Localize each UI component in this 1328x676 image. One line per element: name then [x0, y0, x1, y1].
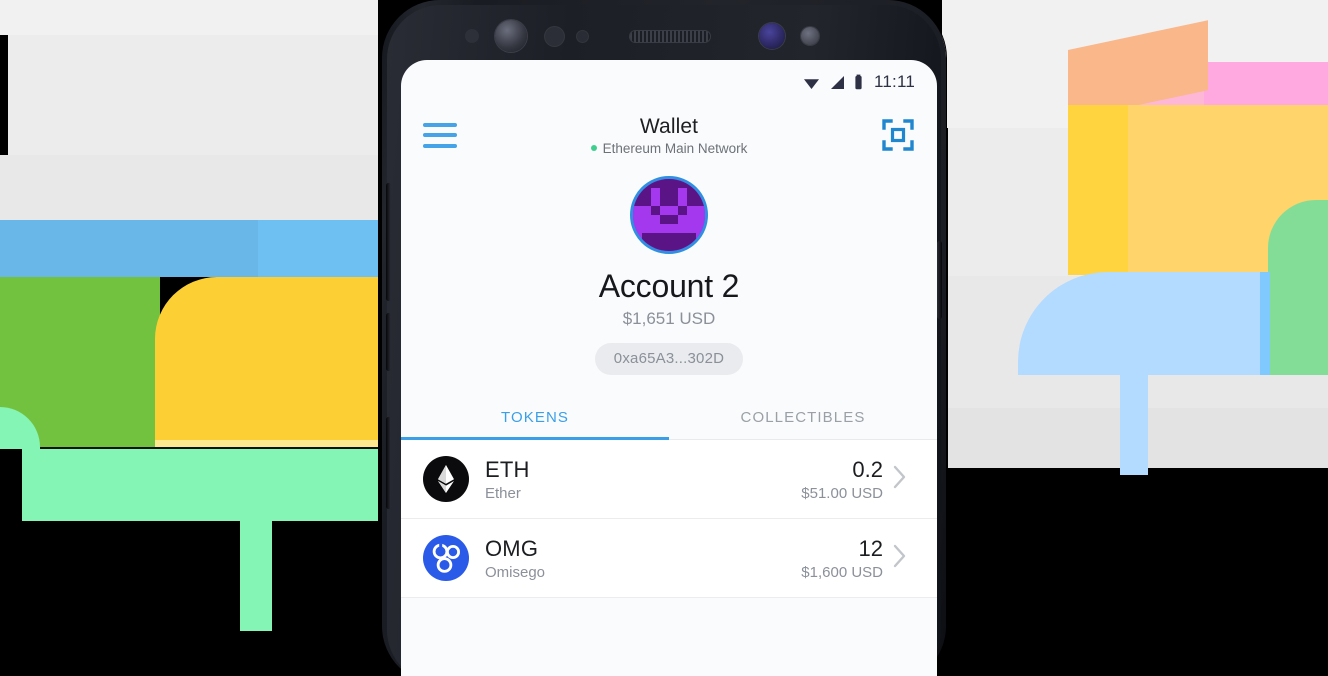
bg-block-left-yellow — [155, 277, 378, 447]
assistant-button[interactable] — [386, 417, 391, 509]
light-sensor-icon — [577, 31, 588, 42]
status-bar: 11:11 — [401, 60, 937, 104]
account-name: Account 2 — [598, 268, 740, 304]
table-row[interactable]: OMG Omisego 12 $1,600 USD — [401, 519, 937, 598]
power-button[interactable] — [937, 241, 942, 319]
token-symbol: OMG — [485, 535, 539, 561]
table-row[interactable]: ETH Ether 0.2 $51.00 USD — [401, 440, 937, 519]
bg-block-right-blue-stem — [1120, 375, 1148, 475]
bg-block-right-lightblue-edge — [1260, 272, 1270, 375]
app-bar: Wallet Ethereum Main Network — [401, 104, 937, 166]
account-address-pill[interactable]: 0xa65A3...302D — [594, 343, 744, 375]
led-indicator-icon — [801, 27, 819, 45]
bg-block-left-gray-2 — [0, 155, 378, 220]
battery-icon — [855, 74, 862, 89]
signal-icon — [830, 75, 844, 89]
network-indicator: Ethereum Main Network — [401, 141, 937, 156]
token-name: Omisego — [485, 563, 546, 581]
chevron-right-icon — [893, 544, 919, 573]
qr-scan-icon[interactable] — [881, 118, 915, 152]
wallet-tabs: TOKENS COLLECTIBLES — [401, 395, 937, 440]
bg-block-left-mint-3 — [22, 449, 142, 521]
bg-block-left-gray-1 — [8, 35, 378, 155]
chevron-right-icon — [893, 465, 919, 494]
status-bar-clock: 11:11 — [873, 72, 915, 91]
iris-scanner-icon — [759, 23, 785, 49]
ethereum-icon — [423, 456, 469, 502]
token-identity: ETH Ether — [485, 457, 530, 502]
wifi-icon — [803, 78, 819, 89]
page-title: Wallet — [639, 114, 699, 138]
phone-screen: 11:11 Wallet Ethereum Main Network Accou… — [401, 60, 937, 676]
token-amount: 0.2 — [852, 456, 883, 482]
token-amount: 12 — [858, 535, 883, 561]
phone-bezel: 11:11 Wallet Ethereum Main Network Accou… — [386, 5, 942, 676]
bg-block-left-mint-stem — [240, 521, 272, 631]
account-identicon[interactable] — [630, 176, 708, 254]
account-fiat-balance: $1,651 USD — [622, 309, 716, 328]
sensor-dot-icon — [465, 29, 479, 43]
token-list: ETH Ether 0.2 $51.00 USD OMG Omisego 12 … — [401, 440, 937, 598]
token-fiat: $51.00 USD — [801, 484, 883, 502]
bg-block-right-green — [1268, 200, 1328, 375]
app-bar-title-block: Wallet Ethereum Main Network — [401, 115, 937, 156]
bg-block-left-white — [0, 0, 378, 35]
token-values: 0.2 $51.00 USD — [801, 457, 883, 502]
earpiece-speaker-icon — [630, 31, 710, 42]
token-name: Ether — [485, 484, 521, 502]
network-status-dot-icon — [590, 145, 597, 151]
volume-up-button[interactable] — [386, 183, 391, 301]
omisego-icon — [423, 535, 469, 581]
account-summary: Account 2 $1,651 USD 0xa65A3...302D — [401, 166, 937, 375]
token-values: 12 $1,600 USD — [801, 536, 883, 581]
tab-tokens[interactable]: TOKENS — [401, 395, 669, 440]
phone-sensor-bar — [387, 5, 941, 61]
volume-down-button[interactable] — [386, 313, 391, 371]
network-label: Ethereum Main Network — [602, 140, 748, 156]
token-symbol: ETH — [485, 456, 530, 482]
token-fiat: $1,600 USD — [801, 563, 883, 581]
phone-device: 11:11 Wallet Ethereum Main Network Accou… — [382, 0, 946, 676]
bg-block-right-yellow-2 — [1068, 105, 1128, 275]
front-camera-icon — [495, 20, 527, 52]
token-identity: OMG Omisego — [485, 536, 545, 581]
hamburger-menu-icon[interactable] — [423, 122, 457, 148]
tab-collectibles[interactable]: COLLECTIBLES — [669, 395, 937, 439]
bg-block-right-lightblue — [1018, 272, 1268, 375]
proximity-sensor-icon — [545, 27, 564, 46]
